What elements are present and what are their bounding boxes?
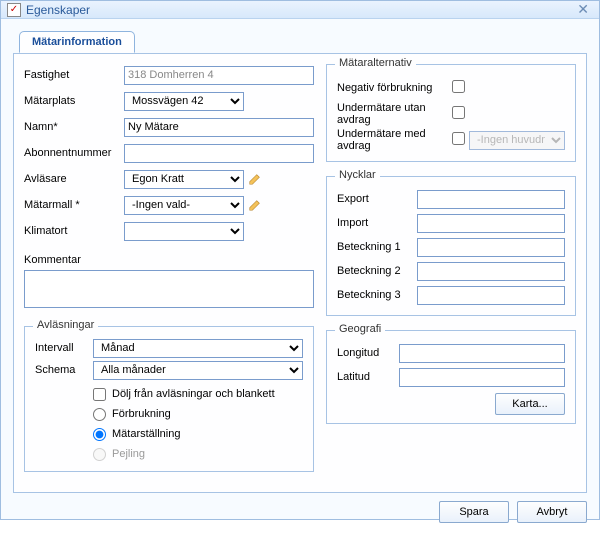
neg-label: Negativ förbrukning <box>337 82 447 94</box>
nycklar-legend: Nycklar <box>335 169 380 181</box>
matarmall-select[interactable]: -Ingen vald- <box>124 196 244 215</box>
radio-pejling <box>93 448 106 461</box>
hide-label: Dölj från avläsningar och blankett <box>112 388 275 400</box>
avlasare-label: Avläsare <box>24 173 124 185</box>
radio-matarstallning-row: Mätarställning <box>93 425 303 443</box>
radio-forbrukning-row: Förbrukning <box>93 405 303 423</box>
forbrukning-label: Förbrukning <box>112 408 171 420</box>
bet2-field[interactable] <box>417 262 565 281</box>
fastighet-field <box>124 66 314 85</box>
properties-window: ✓ Egenskaper ✕ Mätarinformation Fastighe… <box>0 0 600 520</box>
hide-checkbox-row: Dölj från avläsningar och blankett <box>93 385 303 403</box>
lat-label: Latitud <box>337 371 399 383</box>
under-utan-label: Undermätare utan avdrag <box>337 102 447 126</box>
dialog-buttons: Spara Avbryt <box>1 493 599 533</box>
app-icon: ✓ <box>7 3 21 17</box>
long-label: Longitud <box>337 347 399 359</box>
radio-pejling-row: Pejling <box>93 445 303 463</box>
geo-legend: Geografi <box>335 323 385 335</box>
matarmall-label: Mätarmall * <box>24 199 124 211</box>
avlasare-edit-icon[interactable] <box>247 171 263 187</box>
klimatort-label: Klimatort <box>24 225 124 237</box>
namn-label: Namn* <box>24 121 124 133</box>
abonnent-field[interactable] <box>124 144 314 163</box>
namn-field[interactable] <box>124 118 314 137</box>
bet3-field[interactable] <box>417 286 565 305</box>
avlasningar-legend: Avläsningar <box>33 319 98 331</box>
tab-panel: Fastighet Mätarplats Mossvägen 42 Namn* <box>13 53 587 493</box>
bet1-field[interactable] <box>417 238 565 257</box>
matarmall-edit-icon[interactable] <box>247 197 263 213</box>
close-icon[interactable]: ✕ <box>573 1 593 18</box>
bet2-label: Beteckning 2 <box>337 265 417 277</box>
matarplats-label: Mätarplats <box>24 95 124 107</box>
export-label: Export <box>337 193 417 205</box>
lat-field[interactable] <box>399 368 565 387</box>
schema-label: Schema <box>35 364 93 376</box>
bet3-label: Beteckning 3 <box>337 289 417 301</box>
huvudmatare-select: -Ingen huvudmätare- <box>469 131 565 150</box>
bet1-label: Beteckning 1 <box>337 241 417 253</box>
window-title: Egenskaper <box>26 3 90 17</box>
hide-checkbox[interactable] <box>93 388 106 401</box>
schema-select[interactable]: Alla månader <box>93 361 303 380</box>
export-field[interactable] <box>417 190 565 209</box>
import-field[interactable] <box>417 214 565 233</box>
alt-legend: Mätaralternativ <box>335 57 416 69</box>
kommentar-label: Kommentar <box>24 254 124 266</box>
intervall-label: Intervall <box>35 342 93 354</box>
under-med-label: Undermätare med avdrag <box>337 128 447 152</box>
tab-meter-info[interactable]: Mätarinformation <box>19 31 135 53</box>
radio-matarstallning[interactable] <box>93 428 106 441</box>
titlebar: ✓ Egenskaper ✕ <box>1 1 599 19</box>
radio-forbrukning[interactable] <box>93 408 106 421</box>
intervall-select[interactable]: Månad <box>93 339 303 358</box>
matarplats-select[interactable]: Mossvägen 42 <box>124 92 244 111</box>
kommentar-field[interactable] <box>24 270 314 308</box>
fastighet-label: Fastighet <box>24 69 124 81</box>
long-field[interactable] <box>399 344 565 363</box>
abonnent-label: Abonnentnummer <box>24 147 124 159</box>
under-med-checkbox[interactable] <box>452 132 465 145</box>
klimatort-select[interactable] <box>124 222 244 241</box>
matarstallning-label: Mätarställning <box>112 428 180 440</box>
pejling-label: Pejling <box>112 448 145 460</box>
under-utan-checkbox[interactable] <box>452 106 465 119</box>
avlasare-select[interactable]: Egon Kratt <box>124 170 244 189</box>
import-label: Import <box>337 217 417 229</box>
neg-checkbox[interactable] <box>452 80 465 93</box>
karta-button[interactable]: Karta... <box>495 393 565 415</box>
